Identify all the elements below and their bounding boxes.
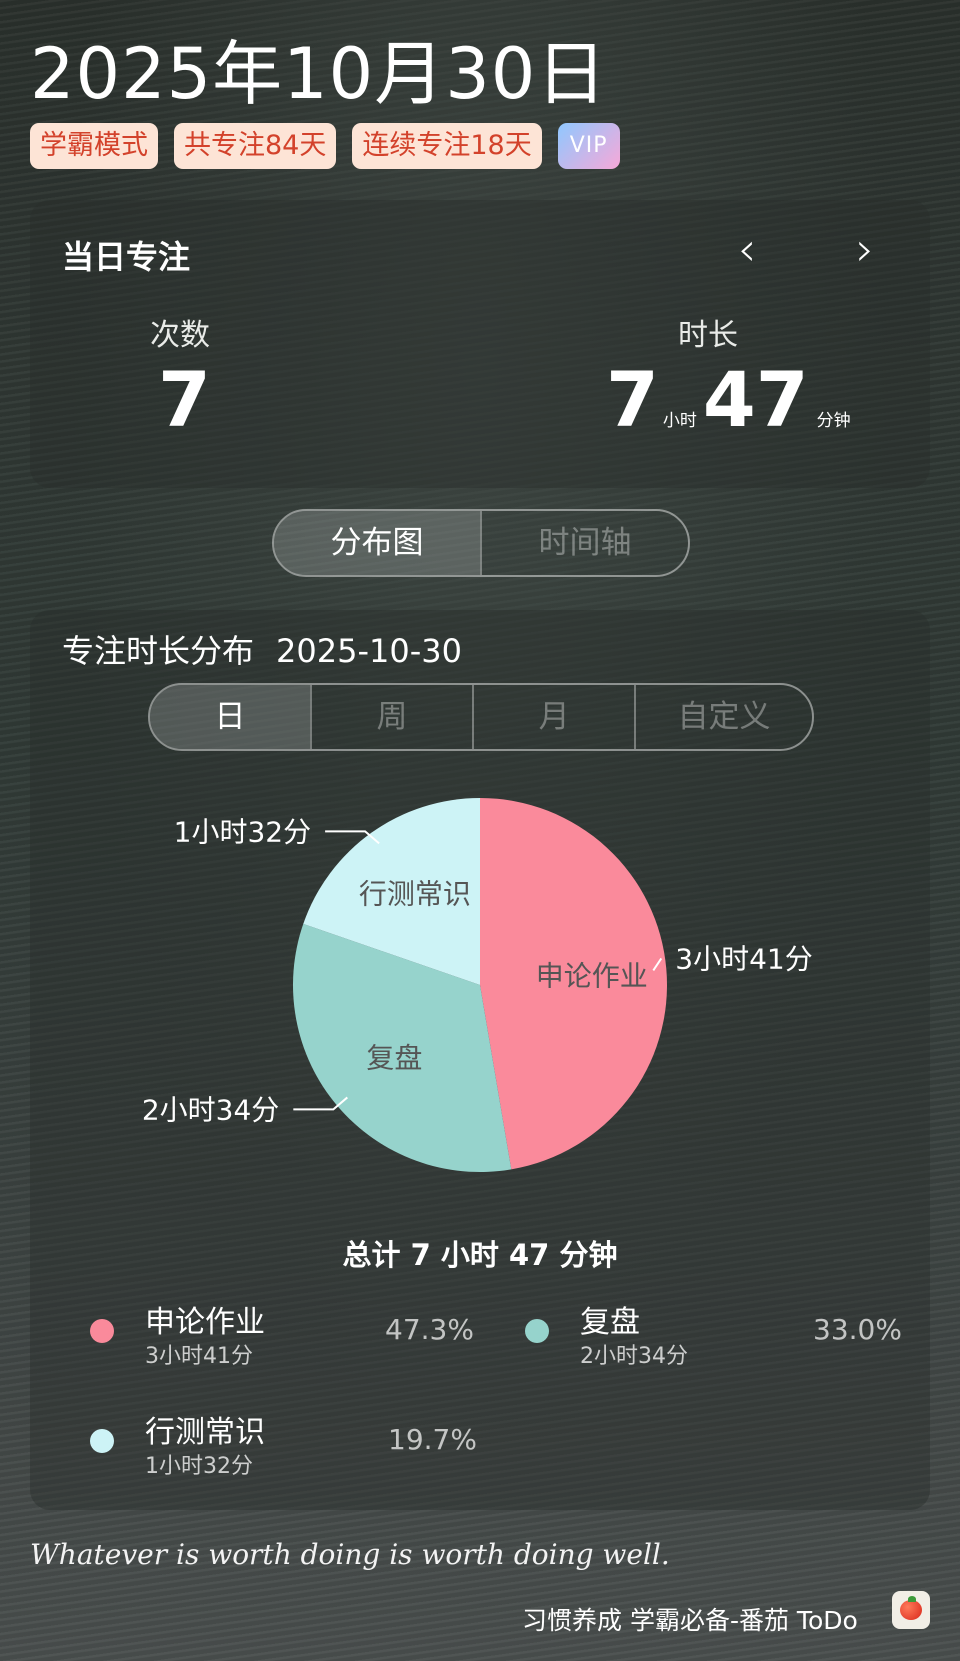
hours-unit: 小时 xyxy=(662,411,697,431)
legend-dot xyxy=(90,1429,114,1453)
legend-percent: 47.3% xyxy=(385,1313,474,1346)
legend-name: 申论作业 xyxy=(145,1305,265,1340)
page-title: 2025年10月30日 xyxy=(30,33,608,115)
duration-value: 7 小时 47 分钟 xyxy=(606,360,857,440)
legend-duration: 1小时32分 xyxy=(145,1454,253,1479)
distribution-date: 2025-10-30 xyxy=(276,632,462,670)
focus-pie-chart: 申论作业 3小时41分复盘 2小时34分 行测常识 1小时32分 xyxy=(142,798,813,1172)
legend-duration: 3小时41分 xyxy=(145,1344,253,1369)
legend-dot xyxy=(525,1319,549,1343)
slice-name-label: 申论作业 xyxy=(536,960,648,993)
mode-badge[interactable]: 学霸模式 xyxy=(30,123,158,169)
tab-month[interactable]: 月 xyxy=(472,685,634,749)
slice-name-label: 行测常识 xyxy=(359,878,471,911)
chevron-right-icon: › xyxy=(855,222,875,276)
count-label: 次数 xyxy=(150,318,210,353)
total-duration: 总计 7 小时 47 分钟 xyxy=(342,1238,618,1272)
distribution-title: 专注时长分布 2025-10-30 xyxy=(62,626,484,672)
legend-dot xyxy=(90,1319,114,1343)
vip-badge[interactable]: VIP xyxy=(557,123,620,169)
count-value: 7 xyxy=(158,355,211,444)
total-days-badge: 共专注84天 xyxy=(174,123,337,169)
tab-week[interactable]: 周 xyxy=(310,685,472,749)
view-toggle: 分布图 时间轴 xyxy=(272,509,690,577)
legend-name: 复盘 xyxy=(580,1305,640,1340)
tab-distribution[interactable]: 分布图 xyxy=(274,511,480,575)
minutes-unit: 分钟 xyxy=(816,411,851,431)
slice-value-label: 1小时32分 xyxy=(174,815,311,848)
legend-duration: 2小时34分 xyxy=(580,1344,688,1369)
period-toggle: 日 周 月 自定义 xyxy=(148,683,814,751)
motto-quote: Whatever is worth doing is worth doing w… xyxy=(30,1538,670,1571)
slice-value-label: 3小时41分 xyxy=(675,942,812,975)
duration-label: 时长 xyxy=(678,318,738,353)
tomato-icon xyxy=(892,1591,930,1629)
badge-row: 学霸模式 共专注84天 连续专注18天 VIP xyxy=(30,123,620,169)
duration-minutes: 47 xyxy=(702,355,809,444)
slice-value-label: 2小时34分 xyxy=(142,1093,279,1126)
legend-percent: 19.7% xyxy=(388,1423,477,1456)
legend-name: 行测常识 xyxy=(145,1415,265,1450)
distribution-title-text: 专注时长分布 xyxy=(62,632,255,670)
slice-name-label: 复盘 xyxy=(366,1042,422,1075)
tab-custom[interactable]: 自定义 xyxy=(634,685,812,749)
footer-brand: 习惯养成 学霸必备-番茄 ToDo xyxy=(522,1606,858,1635)
next-day-button[interactable]: › xyxy=(840,226,890,276)
daily-focus-title: 当日专注 xyxy=(62,238,191,276)
chevron-left-icon: ‹ xyxy=(737,222,757,276)
duration-hours: 7 xyxy=(606,355,659,444)
tab-timeline[interactable]: 时间轴 xyxy=(480,511,688,575)
prev-day-button[interactable]: ‹ xyxy=(722,226,772,276)
streak-badge: 连续专注18天 xyxy=(352,123,542,169)
legend-percent: 33.0% xyxy=(813,1313,902,1346)
tab-day[interactable]: 日 xyxy=(150,685,311,749)
